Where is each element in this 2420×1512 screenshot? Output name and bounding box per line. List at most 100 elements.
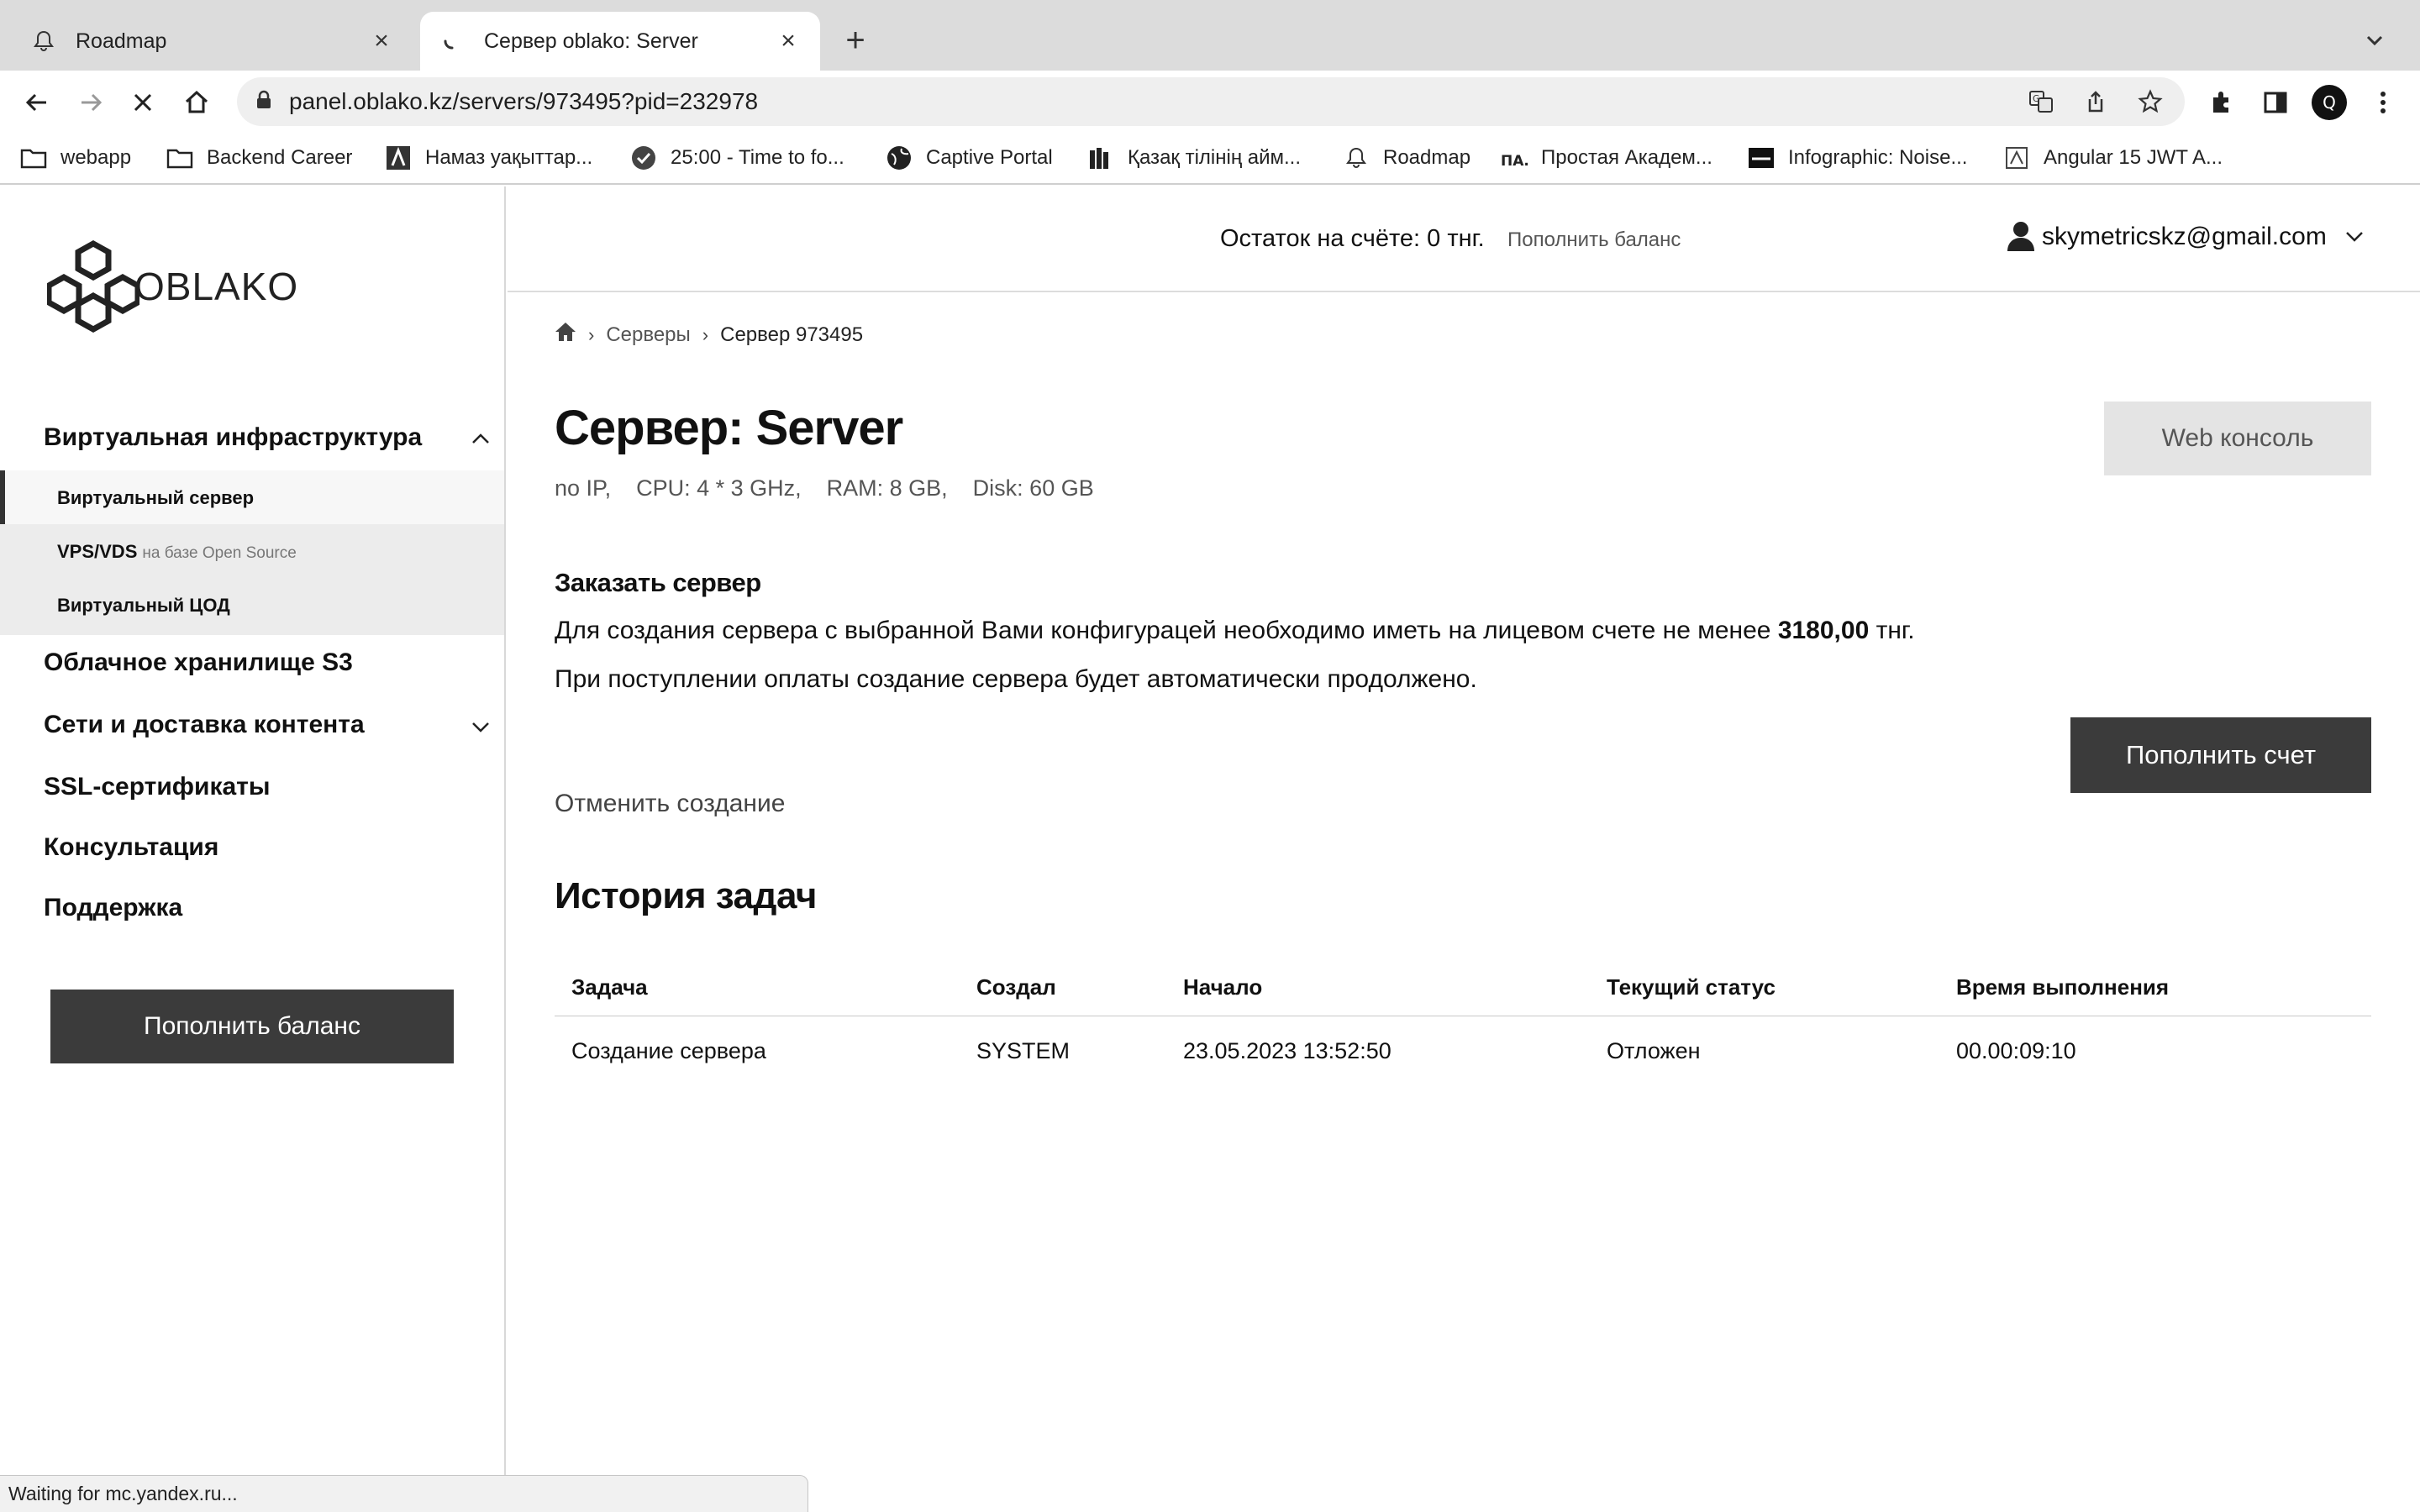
tab-title: Roadmap	[76, 29, 167, 53]
submenu-item-note: на базе Open Source	[142, 544, 297, 562]
bookmark-label: Намаз уақыттар...	[425, 146, 593, 169]
breadcrumb: › Серверы › Сервер 973495	[555, 321, 863, 349]
submenu-item-label: VPS/VDS	[57, 541, 138, 562]
svg-text:G: G	[2033, 93, 2040, 104]
cell-start: 23.05.2023 13:52:50	[1183, 1038, 1392, 1063]
chevron-up-icon[interactable]	[467, 425, 494, 452]
account-balance: Остаток на счёте: 0 тнг.	[1220, 225, 1485, 252]
cancel-creation-link[interactable]: Отменить создание	[555, 790, 785, 818]
bookmark-infographic[interactable]: Infographic: Noise...	[1746, 143, 1967, 173]
star-icon[interactable]	[2136, 87, 2165, 116]
side-panel-icon[interactable]	[2257, 84, 2294, 121]
loading-spinner-icon	[439, 28, 466, 55]
cell-duration: 00.00:09:10	[1956, 1038, 2076, 1063]
bookmark-label: Қазақ тілінің айм...	[1128, 146, 1302, 169]
tab-title: Сервер oblako: Server	[484, 29, 698, 53]
menu-support[interactable]: Поддержка	[44, 894, 182, 922]
site-icon	[2002, 143, 2032, 173]
bookmark-label: Roadmap	[1383, 146, 1471, 169]
bookmark-captive-portal[interactable]: Captive Portal	[884, 143, 1053, 173]
bookmark-webapp[interactable]: webapp	[18, 143, 131, 173]
extensions-icon[interactable]	[2203, 84, 2240, 121]
bookmark-angular[interactable]: Angular 15 JWT A...	[2002, 143, 2223, 173]
menu-ssl-certificates[interactable]: SSL-сертификаты	[44, 773, 270, 801]
user-menu[interactable]: skymetricskz@gmail.com	[2007, 220, 2367, 254]
site-icon	[1746, 143, 1776, 173]
breadcrumb-current: Сервер 973495	[720, 323, 864, 346]
topup-balance-link[interactable]: Пополнить баланс	[1507, 228, 1681, 252]
cell-created-by: SYSTEM	[976, 1038, 1071, 1063]
bookmark-label: Infographic: Noise...	[1788, 146, 1968, 169]
breadcrumb-separator-icon: ›	[702, 323, 709, 345]
back-arrow-icon[interactable]	[18, 84, 55, 121]
browser-status-bar: Waiting for mc.yandex.ru...	[0, 1475, 808, 1512]
breadcrumb-separator-icon: ›	[588, 323, 595, 345]
browser-menu-icon[interactable]	[2365, 84, 2402, 121]
order-requirement-text: Для создания сервера с выбранной Вами ко…	[555, 617, 1915, 645]
bookmark-label: Angular 15 JWT A...	[2044, 146, 2223, 169]
oblako-logo[interactable]: OBLAKO	[47, 237, 298, 336]
menu-s3-storage[interactable]: Облачное хранилище S3	[44, 648, 353, 677]
cell-task: Создание сервера	[571, 1038, 766, 1063]
menu-networks-cdn[interactable]: Сети и доставка контента	[44, 711, 365, 739]
lock-icon	[255, 90, 272, 114]
server-specs: no IP, CPU: 4 * 3 GHz, RAM: 8 GB, Disk: …	[555, 475, 1119, 501]
new-tab-button[interactable]: +	[839, 24, 872, 57]
submenu-item-vps-vds[interactable]: VPS/VDS на базе Open Source	[57, 541, 297, 563]
column-header-start: Начало	[1183, 974, 1263, 1000]
bookmark-kazakh[interactable]: Қазақ тілінің айм...	[1086, 143, 1301, 173]
submenu-item-virtual-server[interactable]: Виртуальный сервер	[57, 487, 254, 509]
bookmark-2500[interactable]: 25:00 - Time to fo...	[629, 143, 844, 173]
top-bar: Остаток на счёте: 0 тнг. Пополнить балан…	[508, 186, 2420, 292]
logo-mark-icon	[47, 239, 139, 333]
cell-status: Отложен	[1607, 1038, 1701, 1063]
page: OBLAKO Виртуальная инфраструктура Виртуа…	[0, 186, 2420, 1512]
order-heading: Заказать сервер	[555, 568, 761, 597]
bookmark-label: Captive Portal	[926, 146, 1053, 169]
column-header-task: Задача	[571, 974, 648, 1000]
svg-text:ПА.: ПА.	[1501, 153, 1528, 170]
bookmark-label: 25:00 - Time to fo...	[671, 146, 844, 169]
spec-disk: Disk: 60 GB	[972, 475, 1094, 501]
forward-arrow-icon[interactable]	[72, 84, 109, 121]
check-circle-icon	[629, 143, 659, 173]
menu-virtual-infrastructure[interactable]: Виртуальная инфраструктура	[44, 423, 422, 452]
topup-account-button[interactable]: Пополнить счет	[2070, 717, 2371, 793]
address-bar[interactable]: panel.oblako.kz/servers/973495?pid=23297…	[237, 77, 2185, 126]
browser-toolbar: panel.oblako.kz/servers/973495?pid=23297…	[0, 71, 2420, 131]
tab-list-chevron-icon[interactable]	[2360, 25, 2390, 55]
home-icon[interactable]	[555, 321, 576, 349]
table-row: Создание сервера SYSTEM 23.05.2023 13:52…	[555, 1016, 2371, 1080]
spec-cpu: CPU: 4 * 3 GHz,	[636, 475, 802, 501]
bookmark-namaz[interactable]: Намаз уақыттар...	[383, 143, 592, 173]
sidebar: OBLAKO Виртуальная инфраструктура Виртуа…	[0, 186, 506, 1512]
browser-tabstrip: Roadmap × Сервер oblako: Server × +	[0, 0, 2420, 71]
submenu-item-virtual-dc[interactable]: Виртуальный ЦОД	[57, 595, 230, 617]
bookmark-label: webapp	[60, 146, 132, 169]
web-console-button[interactable]: Web консоль	[2104, 402, 2371, 475]
order-currency: тнг.	[1876, 617, 1915, 644]
home-icon[interactable]	[178, 84, 215, 121]
bookmark-roadmap[interactable]: Roadmap	[1341, 143, 1470, 173]
profile-avatar[interactable]: Q	[2311, 84, 2348, 121]
bookmark-label: Backend Career	[207, 146, 353, 169]
bookmark-academy[interactable]: ПА. Простая Академ...	[1499, 143, 1712, 173]
close-icon[interactable]: ×	[775, 27, 802, 55]
spec-ip: no IP,	[555, 475, 612, 501]
menu-consultation[interactable]: Консультация	[44, 833, 218, 862]
bell-icon	[1341, 143, 1371, 173]
close-icon[interactable]: ×	[368, 27, 395, 55]
user-email: skymetricskz@gmail.com	[2042, 223, 2327, 250]
sidebar-topup-button[interactable]: Пополнить баланс	[50, 990, 454, 1063]
breadcrumb-servers[interactable]: Серверы	[606, 323, 690, 347]
translate-icon[interactable]: G	[2027, 87, 2055, 116]
browser-tab-roadmap[interactable]: Roadmap ×	[12, 12, 413, 71]
share-icon[interactable]	[2081, 87, 2110, 116]
bookmark-backend-career[interactable]: Backend Career	[165, 143, 352, 173]
chevron-down-icon[interactable]	[467, 714, 494, 741]
stop-loading-icon[interactable]	[124, 84, 161, 121]
bell-icon	[30, 28, 57, 55]
browser-tab-server[interactable]: Сервер oblako: Server ×	[420, 12, 820, 71]
table-header-row: Задача Создал Начало Текущий статус Врем…	[555, 953, 2371, 1016]
chevron-down-icon	[2342, 224, 2367, 249]
